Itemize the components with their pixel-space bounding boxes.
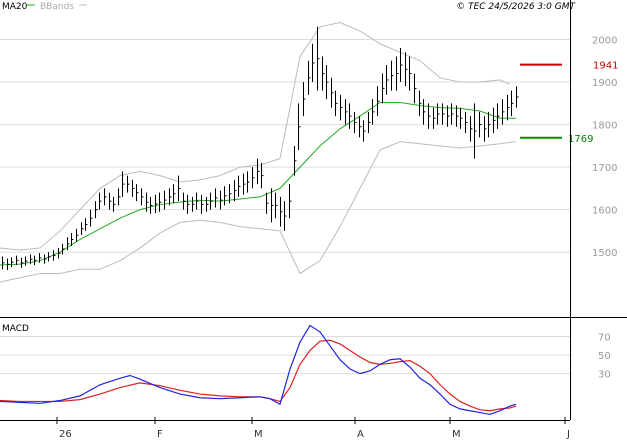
macd-ytick-label-70: 70 xyxy=(598,333,611,344)
stock-chart-panel: 1941 1769 1500 1600 1700 1800 1900 2000 26 F M A M J… xyxy=(0,0,627,440)
xtick-label-26: 26 xyxy=(59,429,72,440)
resistance-level-label: 1941 xyxy=(593,61,618,72)
xtick-label-A: A xyxy=(357,429,364,440)
macd-title: MACD xyxy=(2,324,29,334)
ytick-label-2000: 2000 xyxy=(592,36,617,47)
macd-ytick-label-30: 30 xyxy=(598,370,611,381)
legend-ma20: MA20 xyxy=(2,2,28,12)
copyright-notice: © TEC 24/5/2026 3:0 GMT xyxy=(456,2,576,12)
xtick-label-J: J xyxy=(566,429,570,440)
support-level-label: 1769 xyxy=(568,134,593,145)
macd-ytick-label-50: 50 xyxy=(598,351,611,362)
legend-bbands: BBands xyxy=(40,2,74,12)
ytick-label-1900: 1900 xyxy=(592,78,617,89)
ytick-label-1600: 1600 xyxy=(592,206,617,217)
support-resistance-levels: 1941 1769 xyxy=(520,61,618,145)
xtick-label-M: M xyxy=(452,429,461,440)
bb-upper-line xyxy=(0,21,511,251)
chart-canvas: 1941 1769 1500 1600 1700 1800 1900 2000 26 F M A M J… xyxy=(0,0,627,440)
price-bars xyxy=(2,26,519,271)
ytick-label-1500: 1500 xyxy=(592,248,617,259)
ytick-label-1700: 1700 xyxy=(592,163,617,174)
xtick-label-F: F xyxy=(157,429,163,440)
ytick-label-1800: 1800 xyxy=(592,121,617,132)
macd-panel xyxy=(0,324,517,416)
macd-signal-line xyxy=(0,339,517,412)
bollinger-bands xyxy=(0,21,517,283)
macd-line xyxy=(0,324,517,416)
chart-frame xyxy=(0,0,627,424)
xtick-label-M: M xyxy=(254,429,263,440)
chart-labels: 1500 1600 1700 1800 1900 2000 26 F M A M J 30 50 70 MAC… xyxy=(2,36,617,440)
